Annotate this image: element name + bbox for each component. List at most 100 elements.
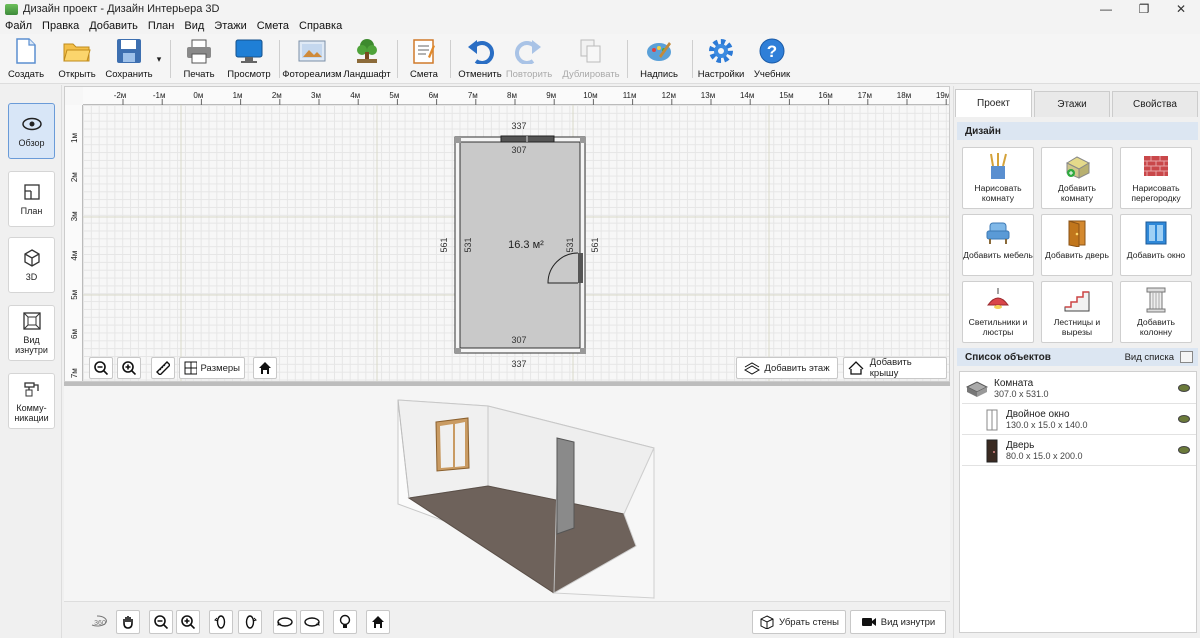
menu-plan[interactable]: План <box>143 20 180 32</box>
menu-view[interactable]: Вид <box>179 20 209 32</box>
svg-text:?: ? <box>767 42 777 61</box>
add-roof-icon <box>848 361 864 375</box>
print-button[interactable]: Печать <box>178 36 220 82</box>
undo-label: Отменить <box>458 69 502 80</box>
add-column-button[interactable]: Добавить колонну <box>1120 281 1192 343</box>
plan-home-button[interactable] <box>253 357 277 379</box>
object-name: Двойное окно <box>1006 409 1070 420</box>
tilt-down-button[interactable] <box>300 610 324 634</box>
pan-hand-button[interactable] <box>116 610 140 634</box>
photorealism-label: Фотореализм <box>282 69 342 80</box>
cube-icon <box>22 248 42 268</box>
menu-edit[interactable]: Правка <box>37 20 84 32</box>
add-furniture-button[interactable]: Добавить мебель <box>962 214 1034 276</box>
dimension-inner-right: 531 <box>565 237 575 252</box>
maximize-button[interactable]: ❐ <box>1125 0 1163 18</box>
open-button[interactable]: Открыть <box>56 36 98 82</box>
pencils-cup-icon <box>984 152 1012 180</box>
menu-floors[interactable]: Этажи <box>209 20 251 32</box>
tab-floors[interactable]: Этажи <box>1034 91 1110 117</box>
zoom-in-button[interactable] <box>117 357 141 379</box>
visibility-eye-icon[interactable] <box>1178 384 1190 392</box>
overview-label: Обзор <box>18 138 45 148</box>
draw-partition-button[interactable]: Нарисовать перегородку <box>1120 147 1192 209</box>
add-floor-button[interactable]: Добавить этаж <box>736 357 838 379</box>
3d-view[interactable] <box>64 386 950 601</box>
3d-mode-button[interactable]: 3D <box>8 237 55 293</box>
visibility-eye-icon[interactable] <box>1178 446 1190 454</box>
zoom-out-icon <box>94 361 108 375</box>
redo-button[interactable]: Повторить <box>505 36 553 82</box>
menu-help[interactable]: Справка <box>294 20 347 32</box>
faucet-pipe-icon <box>22 379 42 399</box>
overview-mode-button[interactable]: Обзор <box>8 103 55 159</box>
add-door-button[interactable]: Добавить дверь <box>1041 214 1113 276</box>
close-button[interactable]: ✕ <box>1162 0 1200 18</box>
home-icon <box>259 362 271 374</box>
ruler-y-label: 6м <box>70 329 79 339</box>
measure-ruler-button[interactable] <box>151 357 175 379</box>
stairs-button[interactable]: Лестницы и вырезы <box>1041 281 1113 343</box>
rotate-360-icon: 360 <box>91 615 107 627</box>
estimate-button[interactable]: Смета <box>406 36 442 82</box>
list-view-icon[interactable] <box>1180 351 1193 363</box>
photorealism-button[interactable]: Фотореализм <box>282 36 342 82</box>
ruler-x-label: 2м <box>272 91 282 100</box>
save-button[interactable]: Сохранить <box>104 36 154 82</box>
list-view-toggle[interactable]: Вид списка <box>1125 352 1174 363</box>
plan-mode-button[interactable]: План <box>8 171 55 227</box>
inside-view-button[interactable]: Вид изнутри <box>850 610 946 634</box>
duplicate-button[interactable]: Дублировать <box>560 36 622 82</box>
visibility-eye-icon[interactable] <box>1178 415 1190 423</box>
add-floor-label: Добавить этаж <box>764 362 830 374</box>
rotate-right-icon <box>245 615 257 629</box>
zoom-out-button[interactable] <box>89 357 113 379</box>
tilt-up-button[interactable] <box>273 610 297 634</box>
menu-add[interactable]: Добавить <box>84 20 143 32</box>
window-on-plan[interactable] <box>500 135 555 143</box>
menu-estimate[interactable]: Смета <box>252 20 294 32</box>
3d-zoom-in-button[interactable] <box>176 610 200 634</box>
preview-button[interactable]: Просмотр <box>226 36 272 82</box>
new-file-icon <box>11 36 41 66</box>
settings-button[interactable]: Настройки <box>698 36 744 82</box>
draw-room-button[interactable]: Нарисовать комнату <box>962 147 1034 209</box>
undo-arrow-icon <box>465 36 495 66</box>
rotate-right-button[interactable] <box>238 610 262 634</box>
tab-properties[interactable]: Свойства <box>1112 91 1198 117</box>
floorplan-icon <box>22 182 42 202</box>
add-roof-button[interactable]: Добавить крышу <box>843 357 947 379</box>
lights-button[interactable]: Светильники и люстры <box>962 281 1034 343</box>
landscape-button[interactable]: Ландшафт <box>343 36 391 82</box>
minimize-button[interactable]: — <box>1087 0 1125 18</box>
3d-room-render[interactable] <box>64 386 950 601</box>
utilities-mode-button[interactable]: Комму-никации <box>8 373 55 429</box>
title-bar: Дизайн проект - Дизайн Интерьера 3D — ❐ … <box>0 0 1200 18</box>
room-interior-icon <box>22 311 42 331</box>
new-button[interactable]: Создать <box>6 36 46 82</box>
inside-view-mode-button[interactable]: Вид изнутри <box>8 305 55 361</box>
list-item[interactable]: Комната 307.0 x 531.0 <box>962 374 1196 404</box>
3d-zoom-out-button[interactable] <box>149 610 173 634</box>
add-window-button[interactable]: Добавить окно <box>1120 214 1192 276</box>
floor-plan-editor[interactable]: -2м -1м 0м 1м 2м 3м 4м 5м 6м 7м 8м 9м 10м 11м 12м 13м 14… <box>64 86 950 382</box>
tab-project[interactable]: Проект <box>955 89 1032 117</box>
list-item[interactable]: Двойное окно 130.0 x 15.0 x 140.0 <box>962 405 1196 435</box>
list-item[interactable]: Дверь 80.0 x 15.0 x 200.0 <box>962 436 1196 466</box>
caption-button[interactable]: Надпись <box>638 36 680 82</box>
remove-walls-button[interactable]: Убрать стены <box>752 610 846 634</box>
undo-button[interactable]: Отменить <box>458 36 502 82</box>
tutorial-button[interactable]: ? Учебник <box>752 36 792 82</box>
lighting-button[interactable] <box>333 610 357 634</box>
dimensions-button[interactable]: Размеры <box>179 357 245 379</box>
3d-door <box>556 437 575 535</box>
rotate-left-button[interactable] <box>209 610 233 634</box>
new-label: Создать <box>7 69 45 80</box>
ruler-y-labels: 1м 2м 3м 4м 5м 6м 7м <box>70 133 79 378</box>
3d-home-button[interactable] <box>366 610 390 634</box>
add-room-button[interactable]: Добавить комнату <box>1041 147 1113 209</box>
menu-file[interactable]: Файл <box>0 20 37 32</box>
ruler-x-labels: -2м -1м 0м 1м 2м 3м 4м 5м 6м 7м 8м 9м 10м 11м 12м 13м 14… <box>114 91 949 105</box>
rotate-360-button[interactable]: 360 <box>88 610 112 634</box>
plan-drawing[interactable]: -2м -1м 0м 1м 2м 3м 4м 5м 6м 7м 8м 9м 10м 11м 12м 13м 14… <box>65 87 950 382</box>
